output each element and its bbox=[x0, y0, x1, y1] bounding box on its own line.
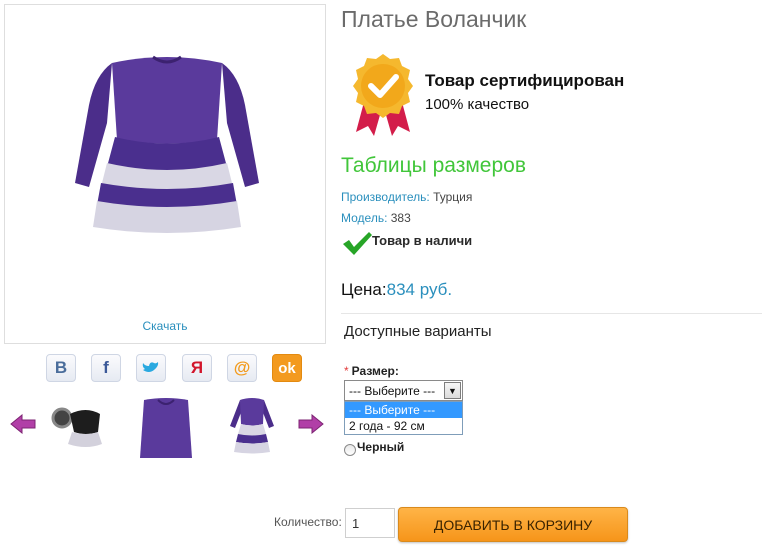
size-select-value: --- Выберите --- bbox=[349, 384, 436, 398]
product-title: Платье Воланчик bbox=[341, 6, 527, 32]
mail-icon[interactable]: @ bbox=[227, 354, 257, 382]
facebook-icon[interactable]: f bbox=[91, 354, 121, 382]
size-label-text: Размер: bbox=[351, 364, 399, 378]
certificate-badge-icon bbox=[353, 54, 413, 136]
carousel-prev-arrow-icon[interactable] bbox=[10, 414, 36, 434]
manufacturer-key[interactable]: Производитель: bbox=[341, 190, 430, 204]
price-label: Цена: bbox=[341, 280, 387, 299]
available-options-title: Доступные варианты bbox=[344, 323, 492, 340]
carousel-next-arrow-icon[interactable] bbox=[298, 414, 324, 434]
section-divider bbox=[341, 313, 762, 314]
certificate-subtitle: 100% качество bbox=[425, 96, 530, 113]
vk-icon[interactable]: B bbox=[46, 354, 76, 382]
price-value: 834 руб. bbox=[386, 280, 453, 299]
color-radio-black[interactable] bbox=[344, 444, 356, 456]
odnoklassniki-icon[interactable]: ok bbox=[272, 354, 302, 382]
size-tables-link[interactable]: Таблицы размеров bbox=[341, 154, 526, 178]
quantity-input[interactable] bbox=[345, 508, 395, 538]
thumbnail-1[interactable] bbox=[48, 396, 108, 460]
main-product-image[interactable]: Скачать bbox=[4, 4, 326, 344]
size-select[interactable]: --- Выберите --- ▼ bbox=[344, 380, 463, 401]
size-option[interactable]: --- Выберите --- bbox=[345, 402, 462, 418]
quantity-label: Количество: bbox=[274, 515, 342, 529]
model-line: Модель: 383 bbox=[341, 211, 411, 225]
yandex-icon[interactable]: Я bbox=[182, 354, 212, 382]
chevron-down-icon[interactable]: ▼ bbox=[444, 382, 461, 399]
dress-image bbox=[75, 55, 259, 233]
model-value: 383 bbox=[390, 211, 411, 225]
color-radio-label: Черный bbox=[357, 440, 405, 454]
size-label: * Размер: bbox=[344, 364, 399, 378]
required-mark: * bbox=[344, 364, 349, 378]
price-row: Цена:834 руб. bbox=[341, 280, 452, 300]
in-stock-text: Товар в наличи bbox=[372, 233, 473, 248]
model-key: Модель: bbox=[341, 211, 388, 225]
twitter-icon[interactable] bbox=[136, 354, 166, 382]
certificate-title: Товар сертифицирован bbox=[425, 71, 625, 90]
size-dropdown-list: --- Выберите --- 2 года - 92 см bbox=[344, 401, 463, 435]
thumbnail-3[interactable] bbox=[222, 396, 282, 460]
thumbnail-2[interactable] bbox=[136, 396, 196, 460]
add-to-cart-button[interactable]: ДОБАВИТЬ В КОРЗИНУ bbox=[398, 507, 628, 542]
in-stock-check-icon bbox=[343, 232, 372, 255]
size-option[interactable]: 2 года - 92 см bbox=[345, 418, 462, 434]
manufacturer-line: Производитель: Турция bbox=[341, 190, 472, 204]
manufacturer-value: Турция bbox=[433, 190, 473, 204]
download-link[interactable]: Скачать bbox=[5, 319, 325, 333]
